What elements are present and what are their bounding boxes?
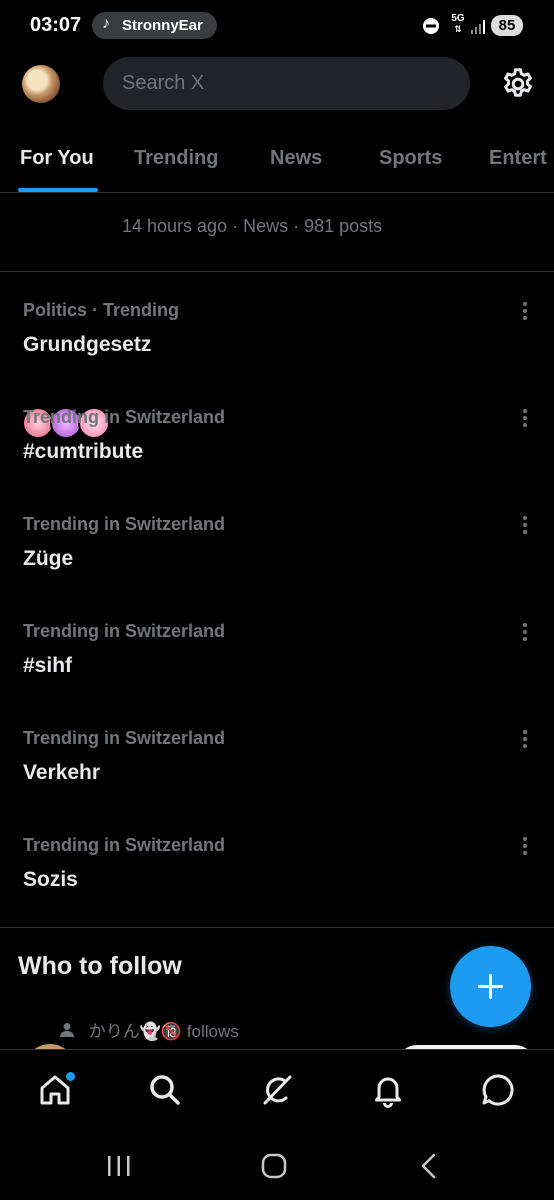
profile-avatar[interactable]	[22, 65, 60, 103]
settings-gear-icon[interactable]	[500, 66, 536, 102]
trend-name: #sihf	[23, 654, 73, 677]
more-options-icon[interactable]	[516, 835, 534, 857]
network-type-icon: 5G ⇅	[451, 13, 465, 35]
section-divider	[0, 271, 554, 272]
social-context-text: かりん👻🔞 follows	[88, 1022, 239, 1041]
nav-messages[interactable]	[480, 1072, 516, 1108]
nav-notifications[interactable]	[370, 1072, 406, 1108]
tab-for-you[interactable]: For You	[20, 147, 94, 170]
trend-name: Grundgesetz	[23, 333, 152, 356]
trend-name: #cumtribute	[23, 440, 144, 463]
messages-icon	[482, 1074, 514, 1106]
news-item[interactable]: 14 hours ago · News · 981 posts	[0, 196, 554, 439]
bottom-navigation	[0, 1049, 554, 1133]
do-not-disturb-icon	[423, 18, 439, 34]
trend-context: Trending in Switzerland	[23, 514, 226, 534]
search-placeholder: Search X	[122, 72, 205, 94]
trend-item[interactable]: Trending in Switzerland #sihf	[0, 621, 554, 726]
more-options-icon[interactable]	[516, 300, 534, 322]
trend-item[interactable]: Trending in Switzerland #cumtribute	[0, 407, 554, 512]
home-button-icon[interactable]	[261, 1153, 287, 1179]
trend-item[interactable]: Trending in Switzerland Verkehr	[0, 728, 554, 833]
tabs-divider	[0, 192, 554, 193]
unread-dot	[64, 1070, 77, 1083]
who-to-follow-heading: Who to follow	[18, 952, 182, 980]
grok-icon	[263, 1075, 292, 1105]
trend-name: Sozis	[23, 868, 78, 891]
more-options-icon[interactable]	[516, 621, 534, 643]
network-label: 5G	[451, 13, 465, 24]
media-playing-chip[interactable]: ♪ StronnyEar	[92, 12, 217, 39]
tab-entertainment[interactable]: Entert	[489, 147, 547, 170]
tab-trending[interactable]: Trending	[134, 147, 218, 170]
status-time: 03:07	[30, 14, 82, 36]
person-icon	[60, 1022, 74, 1037]
tab-news[interactable]: News	[270, 147, 322, 170]
nav-grok[interactable]	[259, 1072, 295, 1108]
trend-context: Trending in Switzerland	[23, 621, 226, 641]
trend-item[interactable]: Politics · Trending Grundgesetz	[0, 300, 554, 405]
media-label: StronnyEar	[122, 17, 203, 34]
compose-post-button[interactable]	[450, 946, 531, 1027]
trend-item[interactable]: Trending in Switzerland Sozis	[0, 835, 554, 940]
trend-name: Züge	[23, 547, 74, 570]
search-input[interactable]: Search X	[103, 57, 470, 110]
trend-name: Verkehr	[23, 761, 101, 784]
more-options-icon[interactable]	[516, 514, 534, 536]
plus-icon	[478, 974, 503, 999]
search-icon	[150, 1075, 180, 1105]
trend-item[interactable]: Trending in Switzerland Züge	[0, 514, 554, 619]
notifications-icon	[375, 1077, 401, 1108]
recents-icon[interactable]	[106, 1154, 132, 1178]
trend-context: Trending in Switzerland	[23, 728, 226, 748]
social-context: かりん👻🔞 follows	[58, 1017, 239, 1041]
music-note-icon: ♪	[102, 15, 110, 32]
trend-context: Politics · Trending	[23, 300, 180, 320]
more-options-icon[interactable]	[516, 728, 534, 750]
section-divider	[0, 927, 554, 928]
trend-context: Trending in Switzerland	[23, 835, 226, 855]
system-navigation-bar	[0, 1132, 554, 1200]
nav-search[interactable]	[147, 1072, 183, 1108]
back-icon[interactable]	[419, 1153, 439, 1179]
battery-indicator: 85	[491, 15, 523, 36]
signal-icon	[471, 20, 485, 34]
news-meta: 14 hours ago · News · 981 posts	[122, 216, 383, 236]
tab-sports[interactable]: Sports	[379, 147, 442, 170]
more-options-icon[interactable]	[516, 407, 534, 429]
nav-home[interactable]	[37, 1070, 77, 1108]
trend-context: Trending in Switzerland	[23, 407, 226, 427]
